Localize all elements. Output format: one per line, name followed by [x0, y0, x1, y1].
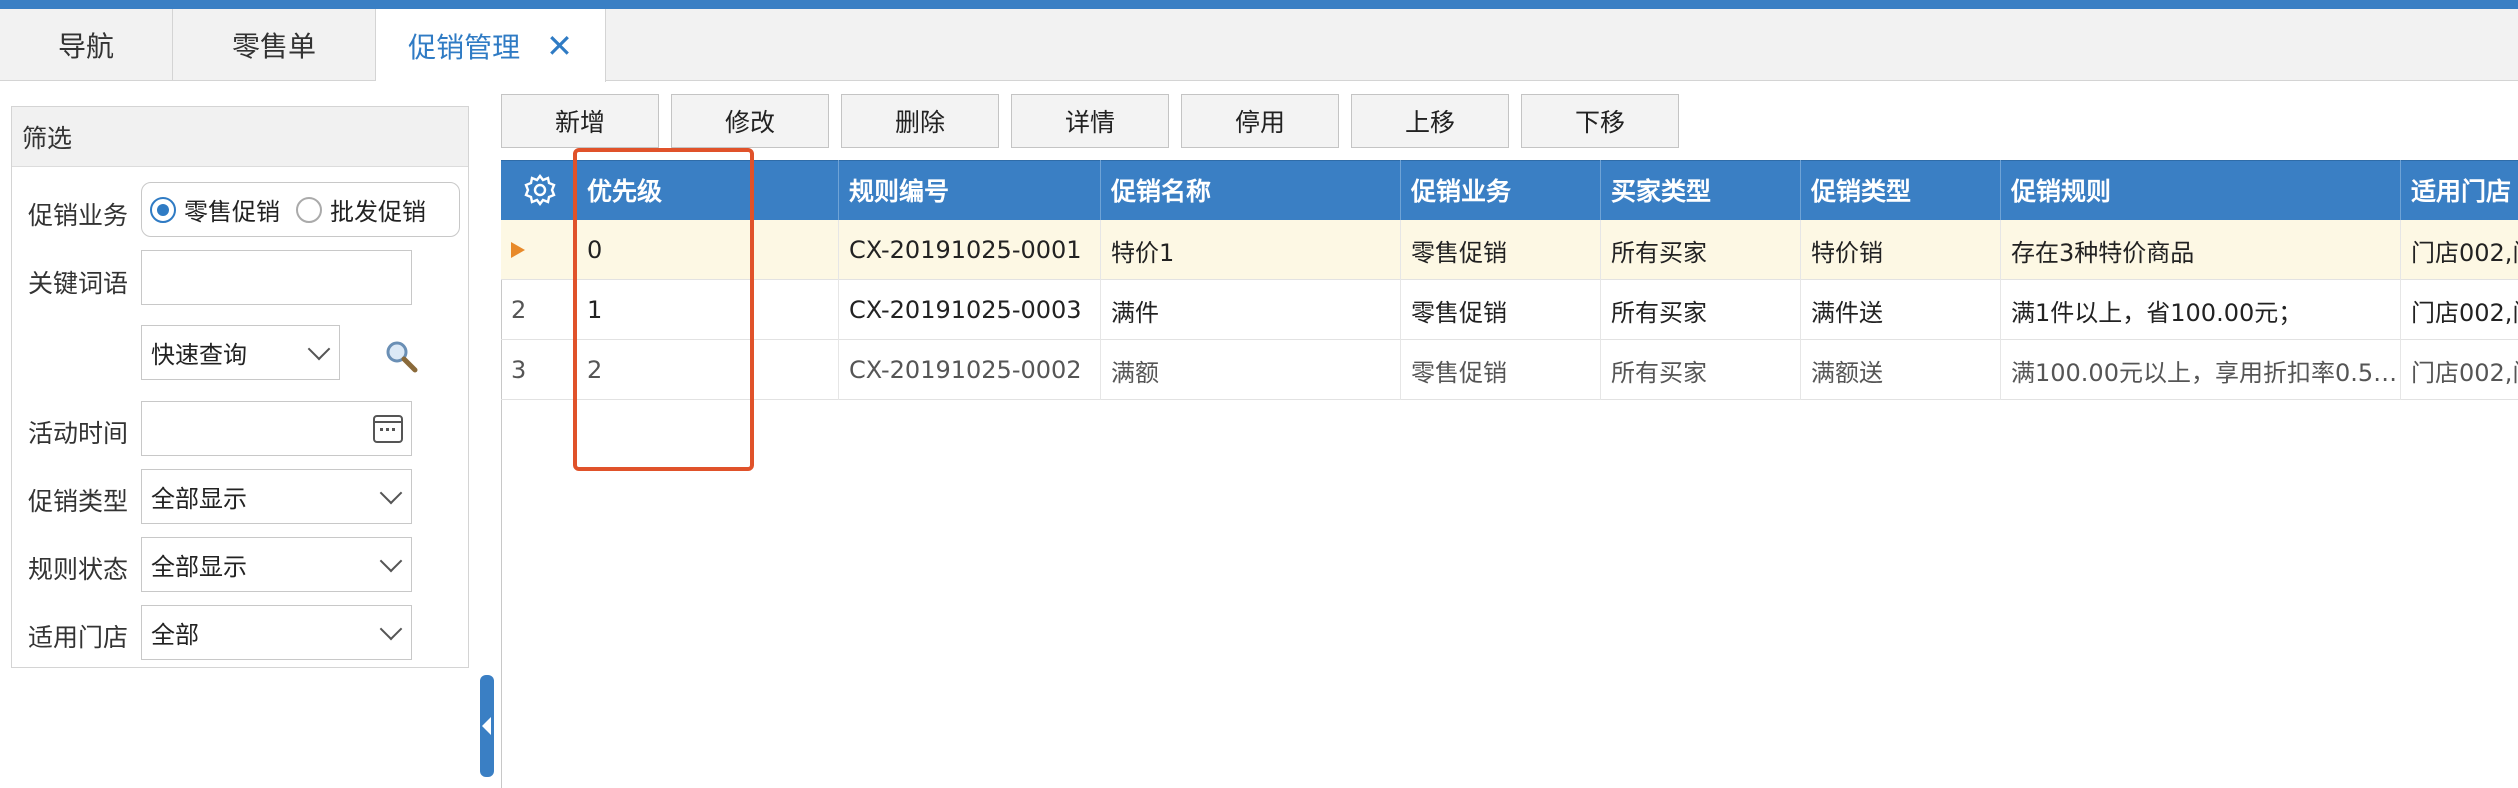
priority-cell: 0	[577, 220, 839, 280]
radio-retail-promotion[interactable]	[150, 196, 176, 223]
tab-label: 导航	[57, 30, 114, 63]
column-header[interactable]: 适用门店	[2401, 160, 2518, 220]
store-cell: 门店002,门	[2411, 298, 2518, 327]
column-settings[interactable]	[501, 160, 577, 220]
keyword-input[interactable]	[141, 250, 412, 305]
business-cell: 零售促销	[1401, 280, 1601, 340]
keyword-label: 关键词语	[28, 269, 129, 298]
promo-type-cell: 满件送	[1801, 280, 2001, 340]
promo-rule-cell: 满100.00元以上，享用折扣率0.5…	[2001, 340, 2401, 400]
status-value: 全部显示	[151, 553, 247, 581]
current-row-arrow-icon	[511, 242, 525, 258]
type-value: 全部显示	[151, 485, 247, 513]
promo-type-cell: 满额送	[1801, 340, 2001, 400]
tab-retail-order[interactable]: 零售单	[173, 9, 376, 81]
edit-button[interactable]: 修改	[671, 94, 829, 148]
table-header: 优先级 规则编号 促销名称 促销业务 买家类型 促销类型 促销规则 适用门店	[501, 160, 2518, 220]
business-label: 促销业务	[28, 201, 129, 230]
column-header[interactable]: 促销名称	[1101, 160, 1401, 220]
time-input[interactable]	[141, 401, 412, 456]
tab-label: 促销管理	[408, 30, 521, 64]
type-label: 促销类型	[28, 487, 129, 516]
column-header[interactable]: 促销业务	[1401, 160, 1601, 220]
panel-collapse-handle[interactable]	[480, 675, 494, 777]
search-icon[interactable]	[384, 339, 418, 373]
promo-rule-cell: 满1件以上，省100.00元；	[2001, 280, 2401, 340]
business-cell: 零售促销	[1401, 220, 1601, 280]
promotion-table: 优先级 规则编号 促销名称 促销业务 买家类型 促销类型 促销规则 适用门店 0…	[501, 160, 2518, 400]
gear-icon[interactable]	[522, 172, 558, 208]
rule-id-cell: CX-20191025-0003	[839, 280, 1101, 340]
row-indicator	[501, 220, 577, 280]
filter-title: 筛选	[12, 107, 468, 167]
column-header[interactable]: 买家类型	[1601, 160, 1801, 220]
time-label: 活动时间	[28, 419, 129, 448]
promo-name-cell: 特价1	[1101, 220, 1401, 280]
radio-wholesale-promotion[interactable]	[296, 196, 322, 223]
chevron-down-icon	[379, 617, 403, 641]
buyer-type-cell: 所有买家	[1601, 340, 1801, 400]
tab-promotion-management[interactable]: 促销管理 ✕	[376, 9, 606, 82]
store-select[interactable]: 全部	[141, 605, 412, 660]
chevron-down-icon	[307, 337, 331, 361]
delete-button[interactable]: 删除	[841, 94, 999, 148]
add-button[interactable]: 新增	[501, 94, 659, 148]
column-header[interactable]: 优先级	[577, 160, 839, 220]
store-label: 适用门店	[28, 623, 129, 652]
rule-id-cell: CX-20191025-0002	[839, 340, 1101, 400]
move-up-button[interactable]: 上移	[1351, 94, 1509, 148]
filter-panel: 筛选 促销业务 零售促销 批发促销 关键词语 快速查询 活动时间 促销类型 全部…	[11, 106, 469, 668]
business-cell: 零售促销	[1401, 340, 1601, 400]
priority-cell: 2	[577, 340, 839, 400]
store-value: 全部	[151, 621, 199, 649]
status-label: 规则状态	[28, 555, 129, 584]
top-accent-bar	[0, 0, 2518, 9]
status-select[interactable]: 全部显示	[141, 537, 412, 592]
calendar-icon[interactable]	[373, 415, 403, 443]
column-header[interactable]: 促销规则	[2001, 160, 2401, 220]
type-select[interactable]: 全部显示	[141, 469, 412, 524]
radio-label-retail: 零售促销	[184, 198, 280, 226]
table-row[interactable]: 2 1 CX-20191025-0003 满件 零售促销 所有买家 满件送 满1…	[501, 280, 2518, 340]
column-header[interactable]: 促销类型	[1801, 160, 2001, 220]
move-down-button[interactable]: 下移	[1521, 94, 1679, 148]
quick-query-value: 快速查询	[151, 341, 247, 369]
close-icon[interactable]: ✕	[546, 27, 573, 65]
quick-query-select[interactable]: 快速查询	[141, 325, 340, 380]
priority-cell: 1	[577, 280, 839, 340]
chevron-down-icon	[379, 481, 403, 505]
table-row[interactable]: 0 CX-20191025-0001 特价1 零售促销 所有买家 特价销 存在3…	[501, 220, 2518, 280]
promo-name-cell: 满额	[1101, 340, 1401, 400]
detail-button[interactable]: 详情	[1011, 94, 1169, 148]
rule-id-cell: CX-20191025-0001	[839, 220, 1101, 280]
chevron-down-icon	[379, 549, 403, 573]
promo-name-cell: 满件	[1101, 280, 1401, 340]
store-cell: 门店002,门	[2411, 358, 2518, 387]
promo-type-cell: 特价销	[1801, 220, 2001, 280]
tab-navigation[interactable]: 导航	[0, 9, 173, 81]
row-number: 2	[501, 280, 577, 340]
promo-rule-cell: 存在3种特价商品	[2001, 220, 2401, 280]
tab-bar: 导航 零售单 促销管理 ✕	[0, 9, 2518, 82]
disable-button[interactable]: 停用	[1181, 94, 1339, 148]
buyer-type-cell: 所有买家	[1601, 280, 1801, 340]
row-number: 3	[501, 340, 577, 400]
column-header[interactable]: 规则编号	[839, 160, 1101, 220]
radio-label-wholesale: 批发促销	[330, 198, 426, 226]
buyer-type-cell: 所有买家	[1601, 220, 1801, 280]
table-row[interactable]: 3 2 CX-20191025-0002 满额 零售促销 所有买家 满额送 满1…	[501, 340, 2518, 400]
tab-label: 零售单	[231, 30, 316, 63]
business-radio-group: 零售促销 批发促销	[141, 182, 460, 237]
store-cell: 门店002,门	[2411, 238, 2518, 267]
